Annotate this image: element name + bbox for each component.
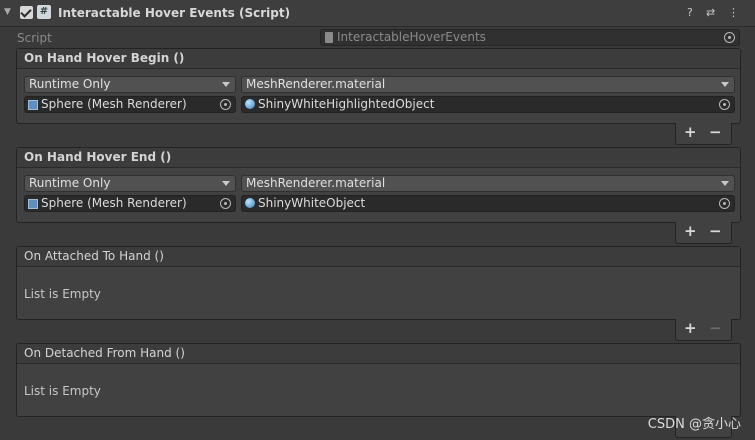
mesh-renderer-icon (28, 199, 38, 209)
material-sphere-icon (245, 99, 255, 109)
event-panel-attached: On Attached To Hand () List is Empty (16, 246, 741, 320)
runtime-dropdown[interactable]: Runtime Only (24, 76, 236, 93)
script-value: InteractableHoverEvents (337, 30, 486, 44)
event-panel-hover-begin: On Hand Hover Begin () Runtime Only Mesh… (16, 48, 741, 124)
event-title: On Detached From Hand () (17, 344, 740, 364)
argument-object-field[interactable]: ShinyWhiteHighlightedObject (241, 96, 735, 113)
target-picker-icon[interactable] (719, 99, 730, 110)
runtime-value: Runtime Only (29, 176, 111, 190)
add-remove-tab: + − (675, 222, 732, 244)
chevron-down-icon (222, 82, 230, 87)
help-icon[interactable]: ? (687, 6, 693, 19)
target-object-field[interactable]: Sphere (Mesh Renderer) (24, 96, 236, 113)
remove-button: − (709, 319, 722, 337)
target-value: Sphere (Mesh Renderer) (41, 196, 187, 210)
target-picker-icon[interactable] (220, 99, 231, 110)
add-button[interactable]: + (684, 222, 697, 240)
event-panel-hover-end: On Hand Hover End () Runtime Only MeshRe… (16, 147, 741, 223)
chevron-down-icon (222, 181, 230, 186)
chevron-down-icon (721, 181, 729, 186)
fold-arrow-icon[interactable]: ▼ (4, 7, 11, 17)
runtime-dropdown[interactable]: Runtime Only (24, 175, 236, 192)
script-field: InteractableHoverEvents (320, 29, 740, 46)
event-title: On Attached To Hand () (17, 247, 740, 267)
toggle-checkbox-icon[interactable] (20, 6, 33, 19)
remove-button[interactable]: − (709, 222, 722, 240)
argument-object-field[interactable]: ShinyWhiteObject (241, 195, 735, 212)
script-icon: # (37, 5, 51, 19)
empty-list-text: List is Empty (24, 384, 101, 398)
remove-button[interactable]: − (709, 123, 722, 141)
target-picker-icon[interactable] (719, 198, 730, 209)
material-sphere-icon (245, 198, 255, 208)
runtime-value: Runtime Only (29, 77, 111, 91)
add-button[interactable]: + (684, 123, 697, 141)
argument-value: ShinyWhiteObject (258, 196, 366, 210)
chevron-down-icon (721, 82, 729, 87)
event-title: On Hand Hover Begin () (17, 49, 740, 69)
target-value: Sphere (Mesh Renderer) (41, 97, 187, 111)
function-dropdown[interactable]: MeshRenderer.material (241, 175, 735, 192)
event-panel-detached: On Detached From Hand () List is Empty (16, 343, 741, 417)
target-picker-icon (724, 32, 735, 43)
component-header[interactable]: ▼ # Interactable Hover Events (Script) ?… (0, 0, 755, 27)
add-remove-tab: + − (675, 123, 732, 145)
presets-icon[interactable]: ⇄ (706, 6, 715, 19)
add-button[interactable]: + (684, 319, 697, 337)
argument-value: ShinyWhiteHighlightedObject (258, 97, 435, 111)
mesh-renderer-icon (28, 100, 38, 110)
script-label: Script (17, 31, 52, 45)
empty-list-text: List is Empty (24, 287, 101, 301)
function-value: MeshRenderer.material (246, 176, 386, 190)
function-dropdown[interactable]: MeshRenderer.material (241, 76, 735, 93)
watermark: CSDN @贪小心 (647, 417, 741, 432)
file-icon (325, 32, 333, 43)
target-object-field[interactable]: Sphere (Mesh Renderer) (24, 195, 236, 212)
component-title: Interactable Hover Events (Script) (58, 6, 291, 20)
event-title: On Hand Hover End () (17, 148, 740, 168)
function-value: MeshRenderer.material (246, 77, 386, 91)
menu-icon[interactable]: ⋮ (728, 6, 739, 19)
target-picker-icon[interactable] (220, 198, 231, 209)
add-remove-tab: + − (675, 319, 732, 341)
